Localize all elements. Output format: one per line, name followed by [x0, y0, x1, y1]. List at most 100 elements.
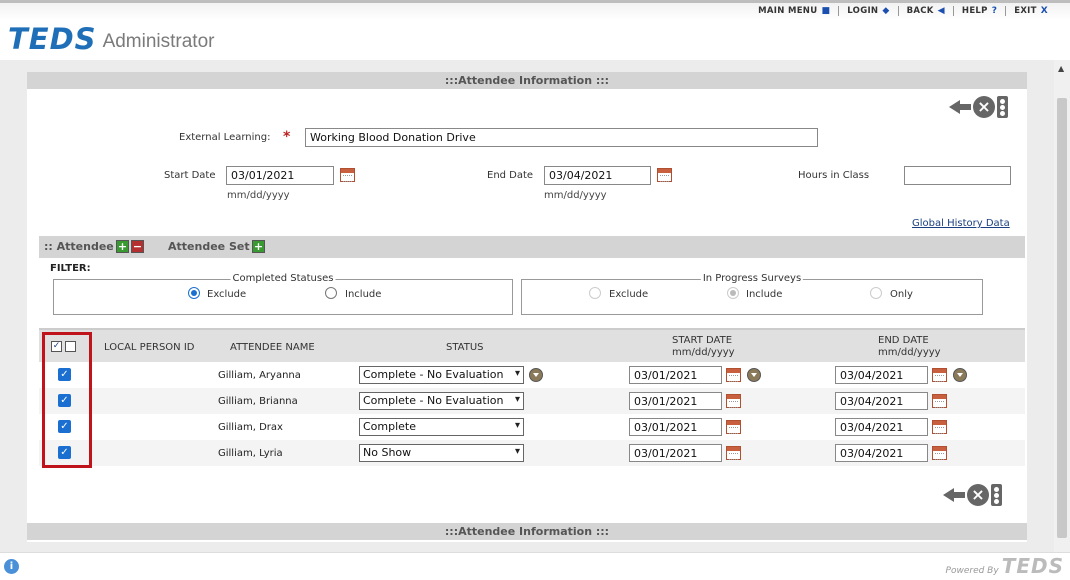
chevron-down-icon: ▾ [514, 368, 520, 379]
traffic-light-icon[interactable] [991, 484, 1002, 506]
attendee-name: Gilliam, Brianna [218, 396, 298, 407]
status-select[interactable]: No Show ▾ [359, 444, 524, 462]
calendar-icon[interactable] [932, 368, 947, 382]
end-date-cell[interactable] [835, 366, 928, 384]
filter-label: FILTER: [50, 263, 91, 274]
status-value: No Show [363, 446, 412, 459]
top-navigation: MAIN MENU ■ LOGIN ◆ BACK ◀ HELP? EXIT X TEDS… [0, 0, 1070, 60]
in-progress-legend: In Progress Surveys [700, 273, 804, 284]
add-attendee-icon[interactable]: + [116, 240, 129, 253]
start-date-cell[interactable] [629, 366, 722, 384]
calendar-icon[interactable] [726, 420, 741, 434]
vertical-scrollbar[interactable]: ▲ [1054, 60, 1070, 552]
calendar-icon[interactable] [340, 168, 355, 182]
completed-exclude-label: Exclude [207, 289, 247, 300]
in-progress-surveys-group: In Progress Surveys Exclude Include Only [521, 273, 983, 315]
nav-back[interactable]: BACK ◀ [899, 6, 954, 16]
page-content: :::Attendee Information ::: × External L… [0, 60, 1070, 552]
in-progress-include-radio[interactable] [727, 287, 739, 299]
scrollbar-thumb[interactable] [1057, 98, 1067, 538]
col-local-person-id: LOCAL PERSON ID [104, 342, 195, 353]
completed-statuses-legend: Completed Statuses [230, 273, 336, 284]
status-value: Complete - No Evaluation [363, 394, 504, 407]
calendar-icon[interactable] [726, 446, 741, 460]
global-history-link[interactable]: Global History Data [912, 218, 1010, 229]
attendee-label: :: Attendee [44, 240, 114, 253]
cancel-icon[interactable]: × [967, 484, 989, 506]
info-icon[interactable]: i [4, 559, 19, 574]
calendar-icon[interactable] [932, 420, 947, 434]
nav-exit-label: EXIT [1014, 6, 1037, 16]
nav-login-label: LOGIN [847, 6, 879, 16]
nav-help[interactable]: HELP? [954, 6, 1007, 16]
remove-attendee-icon[interactable]: − [131, 240, 144, 253]
back-arrow-icon: ◀ [937, 6, 945, 16]
hours-in-class-label: Hours in Class [798, 170, 870, 181]
footer-logo: TEDS [1001, 554, 1064, 578]
completed-exclude-radio[interactable] [188, 287, 200, 299]
completed-include-label: Include [345, 289, 382, 300]
start-date-field[interactable] [226, 166, 334, 185]
status-select[interactable]: Complete - No Evaluation ▾ [359, 366, 524, 384]
logo-subtitle: Administrator [102, 31, 215, 52]
completed-include-radio[interactable] [325, 287, 337, 299]
calendar-icon[interactable] [726, 394, 741, 408]
chevron-down-icon: ▾ [514, 394, 520, 405]
nav-exit[interactable]: EXIT X [1006, 6, 1056, 16]
end-date-cell[interactable] [835, 392, 928, 410]
add-attendee-set-icon[interactable]: + [252, 240, 265, 253]
completed-statuses-group: Completed Statuses Exclude Include [53, 273, 513, 315]
back-arrow-icon[interactable] [943, 486, 965, 504]
status-select[interactable]: Complete ▾ [359, 418, 524, 436]
nav-login[interactable]: LOGIN ◆ [839, 6, 899, 16]
nav-links: MAIN MENU ■ LOGIN ◆ BACK ◀ HELP? EXIT X [750, 6, 1056, 16]
traffic-light-icon[interactable] [997, 96, 1008, 118]
calendar-icon[interactable] [932, 394, 947, 408]
calendar-icon[interactable] [657, 168, 672, 182]
in-progress-include-label: Include [746, 289, 783, 300]
start-date-cell[interactable] [629, 392, 722, 410]
col-end-date-format: mm/dd/yyyy [878, 347, 941, 358]
scroll-up-icon[interactable]: ▲ [1058, 64, 1064, 73]
external-learning-field[interactable] [305, 128, 818, 147]
teds-logo: TEDS Administrator [8, 25, 215, 54]
chevron-down-icon: ▾ [514, 420, 520, 431]
nav-help-label: HELP [961, 6, 988, 16]
footer: i Powered By TEDS [0, 552, 1070, 580]
nav-main-menu[interactable]: MAIN MENU ■ [750, 6, 840, 16]
calendar-icon[interactable] [726, 368, 741, 382]
table-row: ✓ Gilliam, Aryanna Complete - No Evaluat… [39, 362, 1025, 388]
powered-by: Powered By TEDS [946, 556, 1064, 576]
section-title-bottom: :::Attendee Information ::: [27, 523, 1027, 540]
table-header: ✓ LOCAL PERSON ID ATTENDEE NAME STATUS S… [39, 328, 1025, 362]
cancel-icon[interactable]: × [973, 96, 995, 118]
table-row: ✓ Gilliam, Brianna Complete - No Evaluat… [39, 388, 1025, 414]
powered-by-label: Powered By [945, 566, 999, 576]
start-date-label: Start Date [164, 170, 216, 181]
start-date-cell[interactable] [629, 444, 722, 462]
dropdown-circle-icon[interactable] [529, 368, 543, 382]
start-date-cell[interactable] [629, 418, 722, 436]
col-start-date: START DATE [672, 335, 733, 346]
attendee-name: Gilliam, Aryanna [218, 370, 301, 381]
chevron-down-icon: ▾ [514, 446, 520, 457]
dropdown-circle-icon[interactable] [953, 368, 967, 382]
hours-in-class-field[interactable] [904, 166, 1011, 185]
attendee-name: Gilliam, Drax [218, 422, 283, 433]
in-progress-exclude-label: Exclude [609, 289, 649, 300]
start-date-hint: mm/dd/yyyy [227, 190, 290, 201]
calendar-icon[interactable] [932, 446, 947, 460]
end-date-cell[interactable] [835, 418, 928, 436]
section-title-top: :::Attendee Information ::: [27, 72, 1027, 89]
back-arrow-icon[interactable] [949, 98, 971, 116]
diamond-icon: ◆ [882, 6, 890, 16]
status-select[interactable]: Complete - No Evaluation ▾ [359, 392, 524, 410]
table-row: ✓ Gilliam, Lyria No Show ▾ [39, 440, 1025, 466]
col-status: STATUS [446, 342, 484, 353]
col-start-date-format: mm/dd/yyyy [672, 347, 735, 358]
in-progress-only-radio[interactable] [870, 287, 882, 299]
dropdown-circle-icon[interactable] [747, 368, 761, 382]
end-date-field[interactable] [544, 166, 651, 185]
end-date-cell[interactable] [835, 444, 928, 462]
in-progress-exclude-radio[interactable] [589, 287, 601, 299]
